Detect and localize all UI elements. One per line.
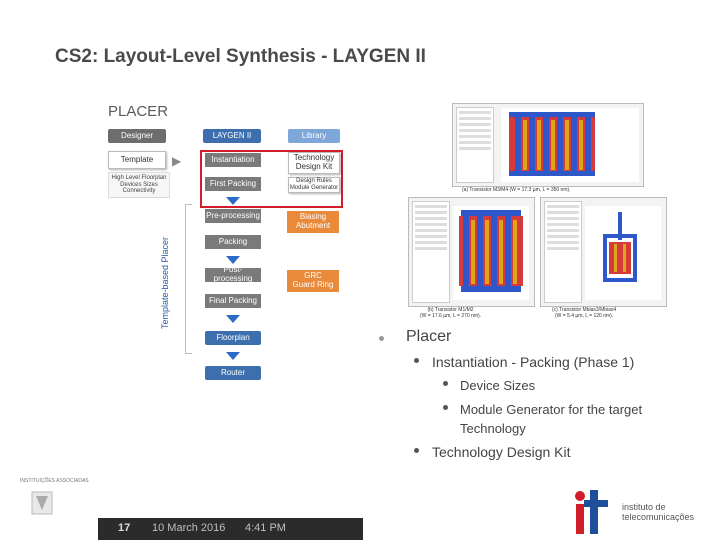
down-arrow-icon — [226, 225, 240, 233]
preprocessing-box: Pre-processing — [205, 209, 261, 223]
instantiation-box: Instantiation — [205, 153, 261, 167]
bullet-tech-kit: Technology Design Kit — [432, 444, 571, 460]
transistor-layout-c — [585, 206, 661, 300]
page-number: 17 — [118, 522, 131, 534]
down-arrow-icon — [226, 197, 240, 205]
bullet-icon — [379, 336, 384, 341]
layout-figure-b — [408, 197, 535, 307]
bullet-icon — [414, 448, 419, 453]
floorplan-box: Floorplan — [205, 331, 261, 345]
router-box: Router — [205, 366, 261, 380]
slide-title: CS2: Layout-Level Synthesis - LAYGEN II — [55, 46, 426, 67]
col-designer: Designer — [108, 129, 166, 143]
down-arrow-icon — [226, 168, 240, 176]
layout-figure-a — [452, 103, 644, 187]
section-label: PLACER — [108, 103, 169, 120]
arrow-icon: ▶ — [172, 154, 182, 168]
design-rules-box: Design Rules Module Generator — [288, 177, 340, 193]
caption-a: (a) Transistor M3/M4 (W = 17.3 µm, L = 3… — [462, 187, 571, 193]
tech-kit-box: Technology Design Kit — [288, 152, 340, 174]
first-packing-box: First Packing — [205, 177, 261, 191]
caption-b: (b) Transistor M1/M2 (W = 17.6 µm, L = 2… — [420, 307, 482, 319]
side-label: Template-based Placer — [160, 236, 170, 330]
transistor-layout-a — [501, 108, 639, 182]
ist-logo-icon — [31, 491, 53, 515]
bullet-instantiation: Instantiation - Packing (Phase 1) — [432, 354, 635, 370]
final-packing-box: Final Packing — [205, 294, 261, 308]
bullet-placer: Placer — [406, 328, 452, 345]
down-arrow-icon — [226, 352, 240, 360]
footer-date: 10 March 2016 — [152, 522, 226, 534]
bullet-icon — [414, 358, 419, 363]
bullet-device-sizes: Device Sizes — [460, 378, 536, 393]
biasing-box: Biasing Abutment — [287, 211, 339, 233]
down-arrow-icon — [226, 315, 240, 323]
layout-figure-c — [540, 197, 667, 307]
grc-box: GRC Guard Ring — [287, 270, 339, 292]
postprocessing-box: Post-processing — [205, 265, 261, 283]
bullet-module-generator: Module Generator for the target — [460, 402, 643, 417]
it-logo-text: instituto de telecomunicações — [622, 502, 695, 523]
down-arrow-icon — [226, 256, 240, 264]
bullet-icon — [443, 381, 448, 386]
packing-box: Packing — [205, 235, 261, 249]
bullet-icon — [443, 405, 448, 410]
bullet-module-generator-cont: Technology — [460, 421, 526, 436]
template-box: Template — [108, 151, 166, 169]
col-laygen: LAYGEN II — [203, 129, 261, 143]
footer-bar — [98, 518, 363, 540]
footer-time: 4:41 PM — [245, 522, 286, 534]
transistor-layout-b — [453, 206, 529, 300]
template-description: High Level Floorplan Devices Sizes Conne… — [108, 172, 170, 198]
it-logo-icon — [575, 490, 608, 534]
institutions-label: INSTITUIÇÕES ASSOCIADAS — [20, 478, 89, 484]
down-arrow-icon — [226, 284, 240, 292]
col-library: Library — [288, 129, 340, 143]
side-bracket — [185, 204, 192, 354]
caption-c: (c) Transistor Mbias3/Mbias4 (W = 5.4 µm… — [552, 307, 617, 319]
